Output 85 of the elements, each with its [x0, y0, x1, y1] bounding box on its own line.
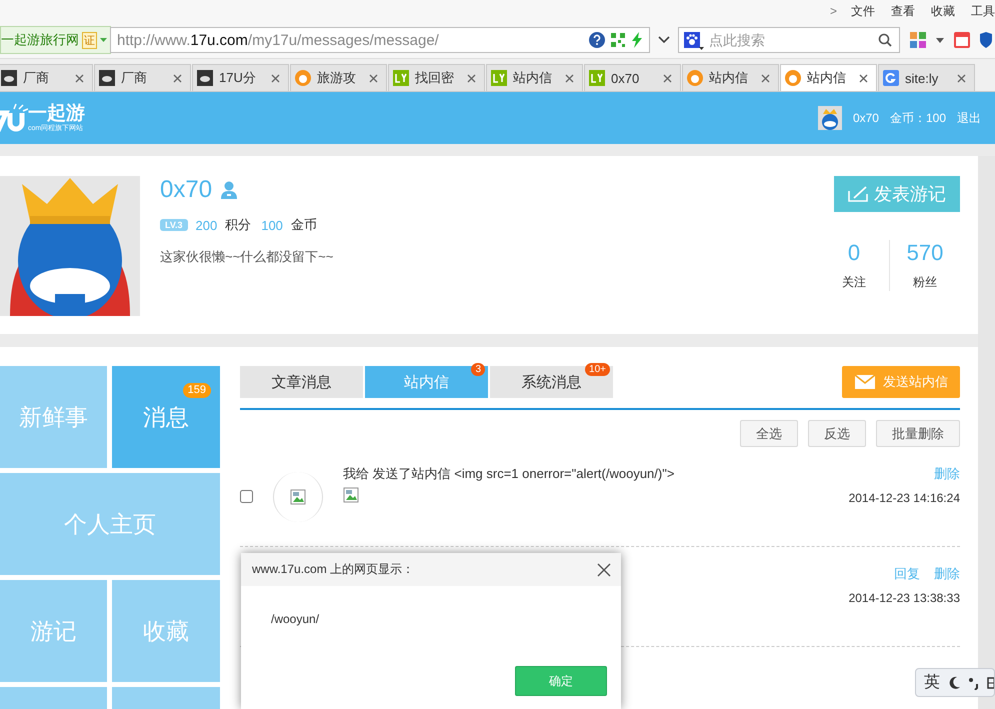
- fox-icon: [785, 70, 801, 86]
- close-icon[interactable]: [859, 74, 868, 82]
- profile-bio: 这家伙很懒~~什么都没留下~~: [160, 248, 334, 266]
- menu-item[interactable]: 查看: [891, 2, 915, 20]
- close-icon[interactable]: [957, 74, 966, 82]
- logo-icon: [0, 103, 28, 133]
- cloud-icon: [99, 70, 115, 86]
- edit-icon: [848, 186, 868, 202]
- close-icon[interactable]: [369, 74, 378, 82]
- count-badge: 3: [471, 363, 485, 376]
- site-logo-icon: [393, 70, 409, 86]
- close-icon[interactable]: [173, 74, 182, 82]
- browser-tab[interactable]: 旅游攻: [290, 64, 387, 91]
- menu-item[interactable]: 工具: [971, 2, 995, 20]
- help-icon[interactable]: [589, 32, 605, 48]
- close-icon[interactable]: [597, 562, 611, 576]
- browser-tab[interactable]: 站内信: [780, 64, 877, 91]
- close-icon[interactable]: [75, 74, 84, 82]
- browser-tab[interactable]: 0x70: [584, 64, 681, 91]
- broken-image-icon: [290, 488, 306, 504]
- message-tab[interactable]: 文章消息: [240, 366, 363, 398]
- browser-tab[interactable]: 站内信: [486, 64, 583, 91]
- count-badge: 10+: [585, 363, 610, 376]
- dropdown-icon: [100, 38, 107, 42]
- search-field[interactable]: 点此搜索: [678, 27, 900, 53]
- browser-tab[interactable]: 厂商: [94, 64, 191, 91]
- action-button[interactable]: 批量删除: [876, 420, 960, 447]
- dialog-title: www.17u.com 上的网页显示：: [252, 561, 414, 578]
- fox-icon: [687, 70, 703, 86]
- stat-label: 关注: [842, 274, 866, 291]
- points-label: 积分: [225, 216, 252, 234]
- coin-label: 金币: [290, 216, 317, 234]
- chevron-down-icon[interactable]: [658, 36, 670, 44]
- close-icon[interactable]: [467, 74, 476, 82]
- menu-item[interactable]: >: [830, 4, 837, 18]
- menu-item[interactable]: 文件: [851, 2, 875, 20]
- google-icon: [883, 70, 899, 86]
- browser-tab[interactable]: 17U分: [192, 64, 289, 91]
- qr-code-icon[interactable]: [611, 33, 625, 47]
- browser-tab[interactable]: site:ly: [878, 64, 975, 91]
- keyboard-icon[interactable]: [987, 676, 994, 688]
- cloud-icon: [1, 70, 17, 86]
- browser-tab[interactable]: 站内信: [682, 64, 779, 91]
- user-icon: [220, 181, 238, 199]
- message-tab[interactable]: 系统消息 10+: [490, 366, 613, 398]
- lightning-icon[interactable]: [631, 32, 643, 48]
- site-label: 一起游旅行网: [1, 31, 79, 49]
- punctuation-icon[interactable]: [968, 676, 980, 690]
- browser-tab[interactable]: 厂商: [0, 64, 93, 91]
- row-checkbox[interactable]: [240, 490, 253, 503]
- scrollbar[interactable]: [978, 156, 995, 709]
- site-logo-icon: [491, 70, 507, 86]
- site-logo-icon: [589, 70, 605, 86]
- apps-icon[interactable]: [910, 32, 926, 48]
- stat-label: 粉丝: [913, 274, 937, 291]
- close-icon[interactable]: [663, 74, 672, 82]
- browser-tab[interactable]: 找回密: [388, 64, 485, 91]
- close-icon[interactable]: [565, 74, 574, 82]
- envelope-icon: [854, 374, 876, 390]
- logo-text: 一起游: [28, 104, 85, 123]
- coin-value: 100: [261, 218, 283, 232]
- action-button[interactable]: 反选: [808, 420, 866, 447]
- fox-icon: [295, 70, 311, 86]
- coin-balance: 金币：100: [890, 110, 946, 126]
- message-date: 2014-12-23 14:16:24: [848, 491, 960, 505]
- broken-image-icon: [343, 487, 359, 503]
- dropdown-icon[interactable]: [936, 38, 944, 42]
- menu-item[interactable]: 收藏: [931, 2, 955, 20]
- action-button[interactable]: 全选: [740, 420, 798, 447]
- search-icon: [878, 33, 892, 47]
- shield-icon[interactable]: [980, 32, 992, 48]
- input-mode-label[interactable]: 英: [924, 672, 940, 693]
- translate-icon[interactable]: [954, 32, 970, 48]
- message-date: 2014-12-23 13:38:33: [848, 591, 960, 605]
- moon-icon[interactable]: [947, 676, 961, 690]
- count-badge: 159: [182, 383, 211, 398]
- profile-name: 0x70: [160, 176, 212, 204]
- points-value: 200: [196, 218, 218, 232]
- level-badge: LV.3: [160, 219, 188, 231]
- message-text: 我给 发送了站内信 <img src=1 onerror="alert(/wooyun/)">: [343, 465, 676, 483]
- cloud-icon: [197, 70, 213, 86]
- close-icon[interactable]: [271, 74, 280, 82]
- dialog-message: /wooyun/: [270, 611, 320, 628]
- close-icon[interactable]: [761, 74, 770, 82]
- address-field[interactable]: http://www.17u.com/my17u/messages/message/: [110, 27, 650, 53]
